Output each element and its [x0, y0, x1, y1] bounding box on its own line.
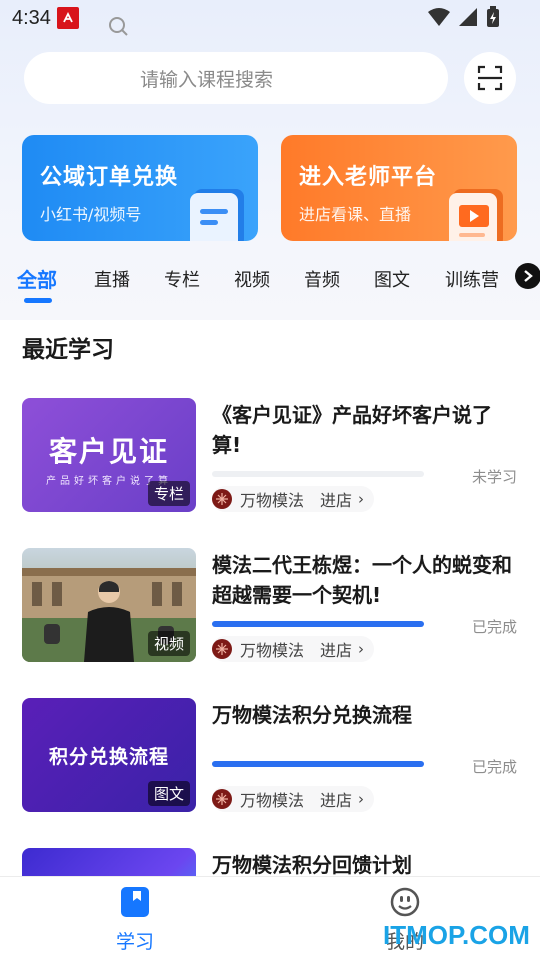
tab-column[interactable]: 专栏: [164, 266, 200, 292]
store-link[interactable]: 万物模法 进店 ›: [212, 486, 375, 512]
teacher-platform-card[interactable]: 进入老师平台 进店看课、直播: [281, 135, 517, 241]
video-play-icon: [449, 189, 503, 241]
content-type-badge: 视频: [147, 631, 190, 656]
course-thumbnail: 积分兑换流程 图文: [22, 698, 196, 812]
progress-fill: [212, 761, 424, 767]
course-item[interactable]: 万物模法积分回馈计划: [0, 848, 540, 876]
section-title: 最近学习: [22, 337, 114, 363]
signal-icon: [459, 8, 477, 26]
content-type-badge: 图文: [147, 781, 190, 806]
thumbnail-title: 积分兑换流程: [48, 746, 169, 768]
course-title: 万物模法积分回馈计划: [212, 853, 412, 876]
document-icon: [190, 189, 244, 241]
course-thumbnail: 视频: [22, 548, 196, 662]
status-icons: [428, 6, 500, 28]
search-icon: [109, 17, 128, 36]
bookmark-book-icon: [121, 887, 149, 917]
wifi-icon: [428, 8, 450, 26]
course-item[interactable]: 积分兑换流程 图文 万物模法积分兑换流程 已完成 万物模法 进店 ›: [0, 698, 540, 812]
status-time: 4:34: [12, 6, 51, 29]
course-title: 模法二代王栋煜：一个人的蜕变和超越需要一个契机!: [212, 553, 512, 607]
card-title: 公域订单兑换: [40, 165, 179, 190]
store-link[interactable]: 万物模法 进店 ›: [212, 786, 375, 812]
tab-camp[interactable]: 训练营: [445, 266, 499, 292]
enter-store-link[interactable]: 进店: [320, 787, 352, 811]
enter-store-link[interactable]: 进店: [320, 487, 352, 511]
nav-learn[interactable]: 学习: [95, 887, 175, 954]
chevron-right-icon: ›: [358, 490, 365, 508]
card-title: 进入老师平台: [299, 165, 438, 190]
course-title: 《客户见证》产品好坏客户说了算!: [212, 403, 492, 457]
store-logo-icon: [212, 789, 232, 809]
site-watermark: ITMOP.COM: [383, 920, 530, 950]
nav-label: 学习: [115, 931, 154, 953]
tab-all[interactable]: 全部: [17, 264, 57, 293]
status-bar: 4:34: [0, 0, 540, 36]
course-item[interactable]: 客户见证 产品好坏客户说了算 专栏 《客户见证》产品好坏客户说了算! 未学习 万…: [0, 398, 540, 512]
store-name: 万物模法: [240, 491, 305, 510]
progress-bar: [212, 761, 424, 767]
search-input[interactable]: 请输入课程搜索: [24, 52, 448, 104]
chevron-right-icon: ›: [358, 790, 365, 808]
tab-active-indicator: [24, 298, 52, 303]
tab-video[interactable]: 视频: [234, 266, 270, 292]
content-type-badge: 专栏: [147, 481, 190, 506]
tab-audio[interactable]: 音频: [304, 266, 340, 292]
battery-icon: [487, 6, 499, 27]
learning-status: 未学习: [472, 468, 518, 486]
scan-button[interactable]: [464, 52, 516, 104]
app-notification-icon: [56, 7, 79, 29]
public-order-redeem-card[interactable]: 公域订单兑换 小红书/视频号: [22, 135, 258, 241]
enter-store-link[interactable]: 进店: [320, 637, 352, 661]
progress-bar: [212, 471, 424, 477]
store-name: 万物模法: [240, 791, 305, 810]
store-logo-icon: [212, 489, 232, 509]
tabs-more-button[interactable]: [515, 263, 540, 289]
store-link[interactable]: 万物模法 进店 ›: [212, 636, 375, 662]
course-item[interactable]: 视频 模法二代王栋煜：一个人的蜕变和超越需要一个契机! 已完成 万物模法 进店 …: [0, 548, 540, 662]
scan-icon: [477, 65, 503, 91]
course-thumbnail: [22, 848, 196, 876]
tab-live[interactable]: 直播: [94, 266, 130, 292]
chevron-right-icon: ›: [358, 640, 365, 658]
course-title: 万物模法积分兑换流程: [212, 703, 412, 727]
thumbnail-title: 客户见证: [48, 435, 169, 468]
store-logo-icon: [212, 639, 232, 659]
learning-status: 已完成: [472, 758, 518, 776]
progress-fill: [212, 621, 424, 627]
search-placeholder: 请输入课程搜索: [140, 68, 274, 91]
tab-article[interactable]: 图文: [374, 266, 410, 292]
learning-status: 已完成: [472, 618, 518, 636]
chevron-right-icon: [524, 270, 533, 282]
store-name: 万物模法: [240, 641, 305, 660]
profile-face-icon: [390, 887, 420, 917]
course-thumbnail: 客户见证 产品好坏客户说了算 专栏: [22, 398, 196, 512]
progress-bar: [212, 621, 424, 627]
